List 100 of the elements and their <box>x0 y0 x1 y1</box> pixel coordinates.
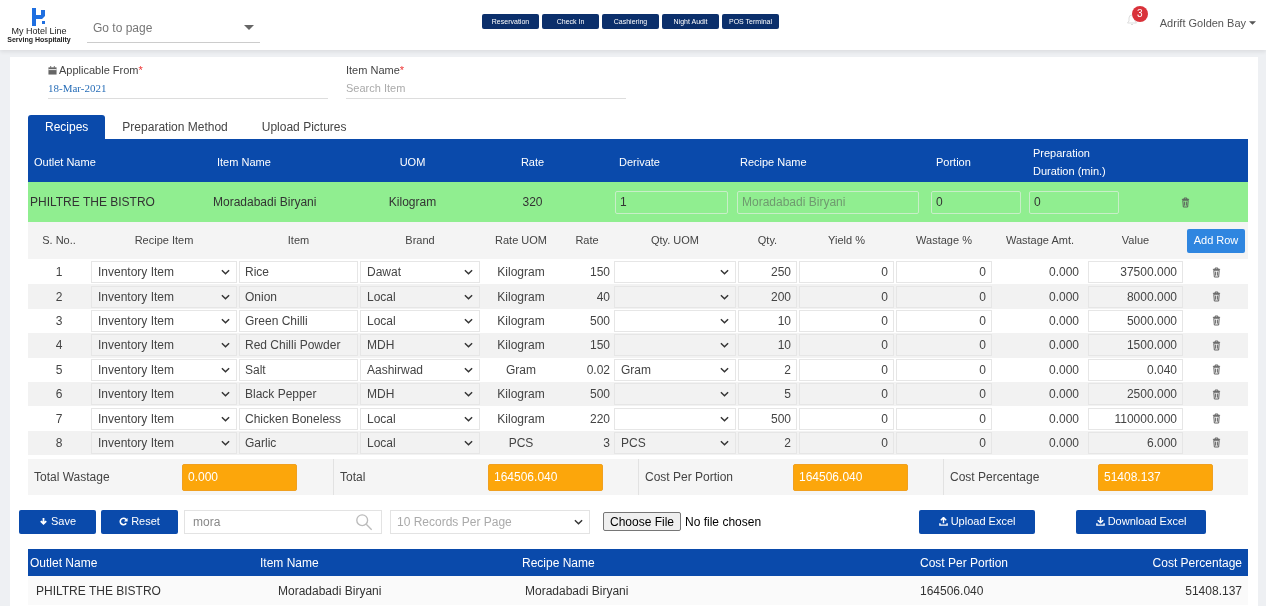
recipe-name-field[interactable]: Moradabadi Biryani <box>737 190 919 214</box>
qty-field[interactable]: 5 <box>738 383 797 406</box>
brand-dropdown[interactable]: MDH <box>360 334 480 357</box>
item-field[interactable]: Chicken Boneless <box>239 407 358 430</box>
yield-field[interactable]: 0 <box>799 309 894 332</box>
qty-uom-dropdown[interactable] <box>614 309 736 332</box>
table-cell-text: Kilogram <box>496 312 546 330</box>
recipe-item-dropdown[interactable]: Inventory Item <box>91 334 237 357</box>
value-field[interactable]: 1500.000 <box>1088 334 1183 357</box>
derivate-field[interactable]: 1 <box>615 190 728 214</box>
item-field[interactable]: Onion <box>239 285 358 308</box>
user-name[interactable]: Adrift Golden Bay <box>1159 14 1246 32</box>
item-field[interactable]: Rice <box>239 261 358 284</box>
brand-dropdown[interactable]: MDH <box>360 383 480 406</box>
table-cell-text: 0.02 <box>585 361 611 379</box>
brand-dropdown[interactable]: Local <box>360 431 480 454</box>
yield-field[interactable]: 0 <box>799 383 894 406</box>
yield-field[interactable]: 0 <box>799 431 894 454</box>
toolbar-button[interactable]: Download Excel <box>1076 509 1207 534</box>
column-header: Item Name <box>260 554 320 572</box>
value-field[interactable]: 6.000 <box>1088 431 1183 454</box>
qty-uom-dropdown[interactable]: Gram <box>614 358 736 381</box>
qty-uom-dropdown[interactable] <box>614 285 736 308</box>
item-field[interactable]: Green Chilli <box>239 309 358 332</box>
brand-dropdown[interactable]: Local <box>360 309 480 332</box>
wastage-field[interactable]: 0 <box>896 261 992 284</box>
qty-field[interactable]: 500 <box>738 407 797 430</box>
table-cell-text: 7 <box>54 410 64 428</box>
value-field[interactable]: 0.040 <box>1088 358 1183 381</box>
brand-dropdown[interactable]: Aashirwad <box>360 358 480 381</box>
wastage-field[interactable]: 0 <box>896 334 992 357</box>
item-field[interactable]: Garlic <box>239 431 358 454</box>
recipe-item-dropdown[interactable]: Inventory Item <box>91 358 237 381</box>
yield-field[interactable]: 0 <box>799 407 894 430</box>
recipe-item-dropdown[interactable]: Inventory Item <box>91 383 237 406</box>
tab[interactable]: Preparation Method <box>105 115 245 139</box>
value-field[interactable]: 8000.000 <box>1088 285 1183 308</box>
add-row-button[interactable]: Add Row <box>1186 228 1246 253</box>
column-header: Item Name <box>216 154 272 170</box>
qty-field[interactable]: 2 <box>738 431 797 454</box>
wastage-field[interactable]: 0 <box>896 431 992 454</box>
recipe-item-dropdown[interactable]: Inventory Item <box>91 285 237 308</box>
value-field[interactable]: 2500.000 <box>1088 383 1183 406</box>
chevron-icon <box>221 293 230 300</box>
recipe-item-dropdown[interactable]: Inventory Item <box>91 261 237 284</box>
recipe-item-dropdown[interactable]: Inventory Item <box>91 431 237 454</box>
item-field[interactable]: Black Pepper <box>239 383 358 406</box>
value-field[interactable]: 5000.000 <box>1088 309 1183 332</box>
yield-field[interactable]: 0 <box>799 261 894 284</box>
column-header: Cost Percentage <box>1151 554 1243 572</box>
date-field[interactable]: 18-Mar-2021 <box>48 78 328 99</box>
yield-field[interactable]: 0 <box>799 358 894 381</box>
qty-uom-dropdown[interactable] <box>614 383 736 406</box>
wastage-field[interactable]: 0 <box>896 358 992 381</box>
table-cell-text: Moradabadi Biryani <box>212 194 318 211</box>
yield-field[interactable]: 0 <box>799 285 894 308</box>
qty-uom-dropdown[interactable]: PCS <box>614 431 736 454</box>
search-field[interactable]: mora <box>184 509 382 534</box>
brand-dropdown[interactable]: Dawat <box>360 261 480 284</box>
wastage-field[interactable]: 0 <box>896 383 992 406</box>
chevron-icon <box>720 415 729 422</box>
wastage-field[interactable]: 0 <box>896 285 992 308</box>
brand-dropdown[interactable]: Local <box>360 285 480 308</box>
duration-field[interactable]: 0 <box>1029 190 1119 214</box>
qty-field[interactable]: 10 <box>738 334 797 357</box>
column-header: Outlet Name <box>33 154 97 170</box>
table-cell-text: 500 <box>588 312 611 330</box>
qty-uom-dropdown[interactable] <box>614 407 736 430</box>
qty-field[interactable]: 200 <box>738 285 797 308</box>
toolbar-button[interactable]: Upload Excel <box>919 509 1036 534</box>
qty-uom-dropdown[interactable] <box>614 334 736 357</box>
recipe-item-dropdown[interactable]: Inventory Item <box>91 407 237 430</box>
tab[interactable]: Recipes <box>28 115 106 139</box>
choose-file-button[interactable]: Choose File <box>603 512 682 532</box>
wastage-field[interactable]: 0 <box>896 309 992 332</box>
qty-uom-dropdown[interactable] <box>614 261 736 284</box>
item-field[interactable]: Salt <box>239 358 358 381</box>
table-cell-text: Moradabadi Biryani <box>524 582 630 600</box>
qty-field[interactable]: 250 <box>738 261 797 284</box>
qty-field[interactable]: 10 <box>738 309 797 332</box>
wastage-field[interactable]: 0 <box>896 407 992 430</box>
column-header: S. No.. <box>41 233 77 249</box>
table-cell-text: 5 <box>54 361 64 379</box>
search-item-field[interactable]: Search Item <box>346 78 626 99</box>
value-field[interactable]: 110000.000 <box>1088 407 1183 430</box>
table-cell-text: 150 <box>588 264 611 282</box>
qty-field[interactable]: 2 <box>738 358 797 381</box>
go-to-page-dropdown[interactable]: Go to page <box>87 13 260 43</box>
value-field[interactable]: 37500.000 <box>1088 261 1183 284</box>
column-header: Recipe Name <box>739 154 808 170</box>
recipe-item-dropdown[interactable]: Inventory Item <box>91 309 237 332</box>
toolbar-button[interactable]: Save <box>19 509 96 534</box>
portion-field[interactable]: 0 <box>931 190 1021 214</box>
brand-dropdown[interactable]: Local <box>360 407 480 430</box>
toolbar-button[interactable]: Reset <box>101 509 178 534</box>
item-field[interactable]: Red Chilli Powder <box>239 334 358 357</box>
column-header: Preparation Duration (min.) <box>1032 146 1107 179</box>
tab[interactable]: Upload Pictures <box>244 115 364 139</box>
yield-field[interactable]: 0 <box>799 334 894 357</box>
trash-icon <box>1211 291 1221 303</box>
